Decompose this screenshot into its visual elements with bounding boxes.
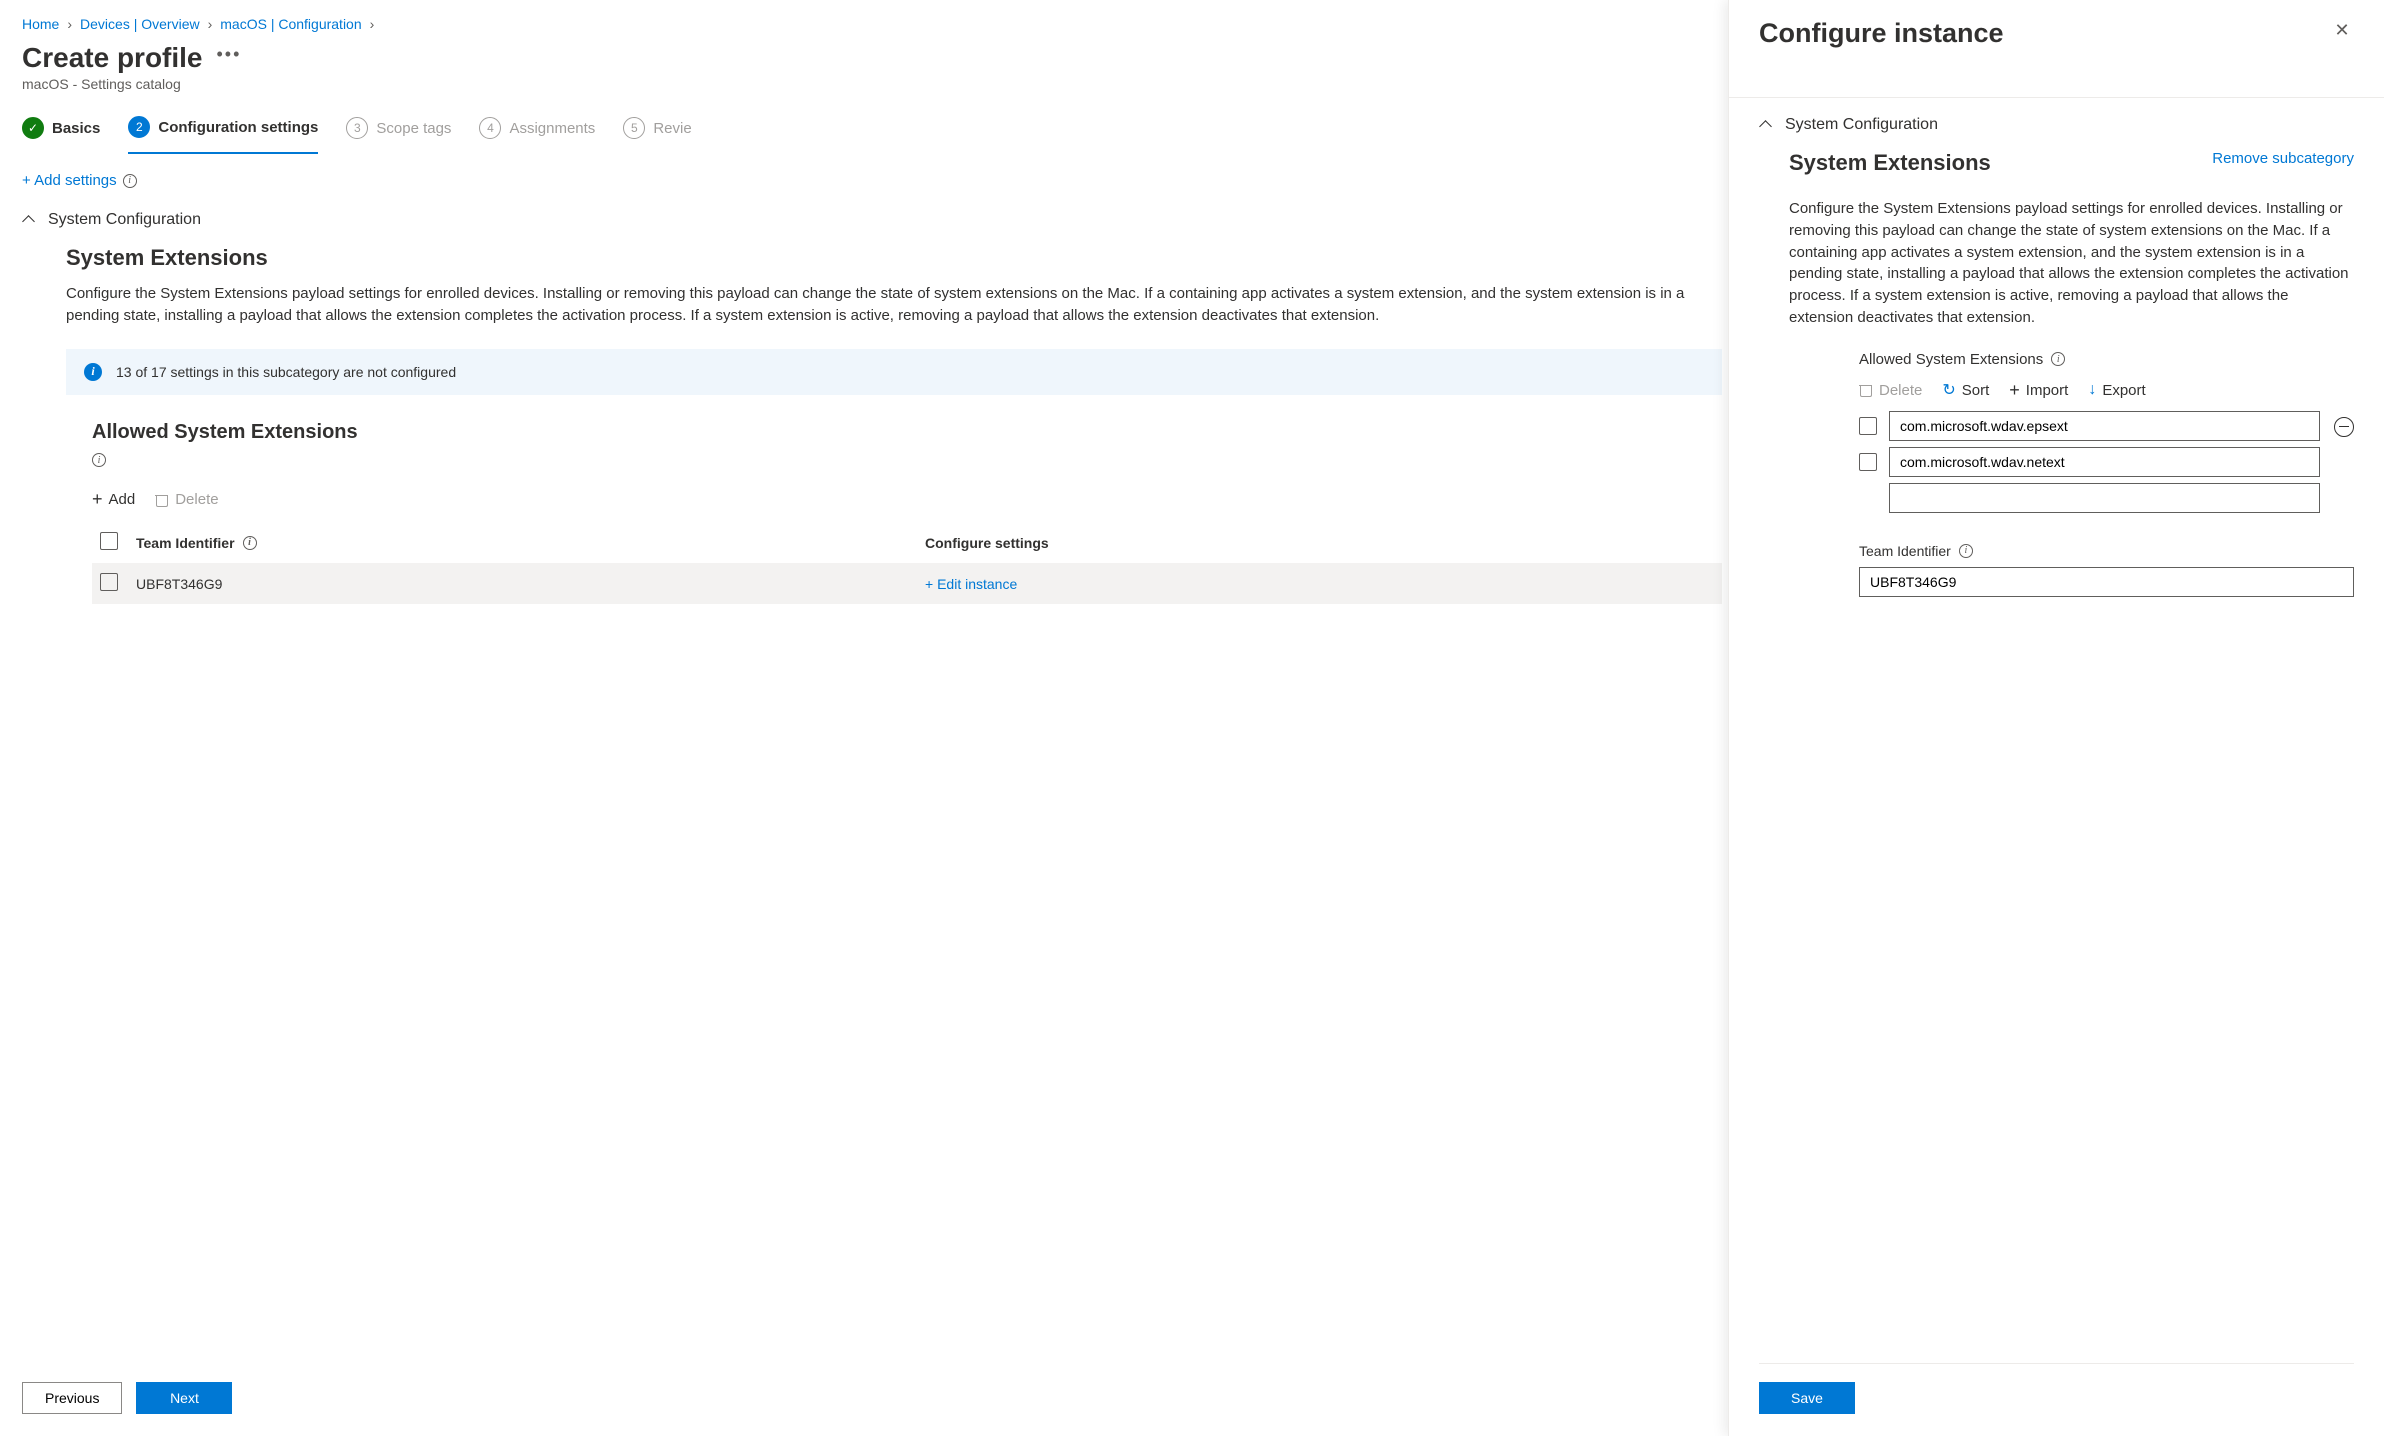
save-button[interactable]: Save [1759,1382,1855,1414]
column-configure-settings: Configure settings [925,535,1714,551]
page-title: Create profile [22,42,203,74]
table-header: Team Identifier Configure settings [92,522,1722,563]
remove-subcategory-link[interactable]: Remove subcategory [2212,150,2354,167]
allowed-extensions-label: Allowed System Extensions [1859,351,2043,368]
previous-button[interactable]: Previous [22,1382,122,1414]
delete-button[interactable]: Delete [1859,382,1922,399]
breadcrumb: Home › Devices | Overview › macOS | Conf… [22,16,1728,32]
chevron-up-icon [22,213,36,227]
column-team-identifier: Team Identifier [136,535,235,551]
step-assignments[interactable]: 4 Assignments [479,117,595,153]
row-checkbox[interactable] [100,573,118,591]
select-all-checkbox[interactable] [100,532,118,550]
wizard-steps: ✓ Basics 2 Configuration settings 3 Scop… [22,116,1728,154]
row-checkbox[interactable] [1859,453,1877,471]
main-panel: Home › Devices | Overview › macOS | Conf… [0,0,1728,1436]
edit-instance-link[interactable]: Edit instance [925,576,1017,592]
plus-icon [2009,380,2020,401]
breadcrumb-home[interactable]: Home [22,16,59,32]
panel-subcategory-description: Configure the System Extensions payload … [1789,198,2354,329]
info-bar-text: 13 of 17 settings in this subcategory ar… [116,364,456,380]
breadcrumb-macos[interactable]: macOS | Configuration [220,16,361,32]
extension-row [1859,411,2320,441]
not-configured-info-bar: 13 of 17 settings in this subcategory ar… [66,349,1722,395]
panel-subcategory-heading: System Extensions [1789,150,1991,176]
subcategory-heading: System Extensions [66,245,1722,271]
step-number-icon: 2 [128,116,150,138]
wizard-footer: Previous Next [22,1360,1728,1436]
step-scope-tags[interactable]: 3 Scope tags [346,117,451,153]
refresh-icon [1942,380,1955,400]
step-basics[interactable]: ✓ Basics [22,117,100,153]
export-button[interactable]: Export [2088,381,2145,399]
info-icon[interactable] [1959,544,1973,558]
step-number-icon: 4 [479,117,501,139]
panel-section-toggle[interactable]: System Configuration [1759,116,2354,134]
info-icon [84,363,102,381]
trash-icon [1859,383,1873,397]
remove-row-icon[interactable] [2334,417,2354,437]
plus-icon [92,489,103,510]
chevron-right-icon: › [67,16,72,32]
chevron-up-icon [1759,118,1773,132]
next-button[interactable]: Next [136,1382,232,1414]
page-subtitle: macOS - Settings catalog [22,76,1728,92]
extension-row [1859,483,2320,513]
row-checkbox[interactable] [1859,417,1877,435]
info-icon[interactable] [123,174,137,188]
checkmark-icon: ✓ [22,117,44,139]
team-identifier-value: UBF8T346G9 [136,576,925,592]
chevron-right-icon: › [370,16,375,32]
download-icon [2088,381,2096,399]
extension-input[interactable] [1889,447,2320,477]
sort-button[interactable]: Sort [1942,380,1989,400]
subcategory-description: Configure the System Extensions payload … [66,283,1722,327]
more-menu-icon[interactable]: ••• [217,44,242,65]
team-identifier-input[interactable] [1859,567,2354,597]
step-review[interactable]: 5 Revie [623,117,691,153]
extension-row [1859,447,2320,477]
info-icon[interactable] [2051,352,2065,366]
add-button[interactable]: Add [92,489,135,510]
section-toggle-system-configuration[interactable]: System Configuration [22,211,1728,229]
step-configuration-settings[interactable]: 2 Configuration settings [128,116,318,154]
close-icon[interactable] [2330,18,2354,42]
extension-input[interactable] [1889,483,2320,513]
divider [1729,97,2384,98]
delete-button[interactable]: Delete [155,491,218,508]
info-icon[interactable] [92,453,106,467]
extension-input[interactable] [1889,411,2320,441]
info-icon[interactable] [243,536,257,550]
team-identifier-label: Team Identifier [1859,543,1951,559]
step-number-icon: 5 [623,117,645,139]
trash-icon [155,493,169,507]
breadcrumb-devices[interactable]: Devices | Overview [80,16,200,32]
configure-instance-panel: Configure instance System Configuration … [1728,0,2384,1436]
import-button[interactable]: Import [2009,380,2068,401]
allowed-extensions-heading: Allowed System Extensions [92,421,1722,444]
chevron-right-icon: › [208,16,213,32]
panel-title: Configure instance [1759,18,2004,49]
table-row: UBF8T346G9 Edit instance [92,563,1722,604]
step-number-icon: 3 [346,117,368,139]
add-settings-link[interactable]: + Add settings [22,172,117,189]
